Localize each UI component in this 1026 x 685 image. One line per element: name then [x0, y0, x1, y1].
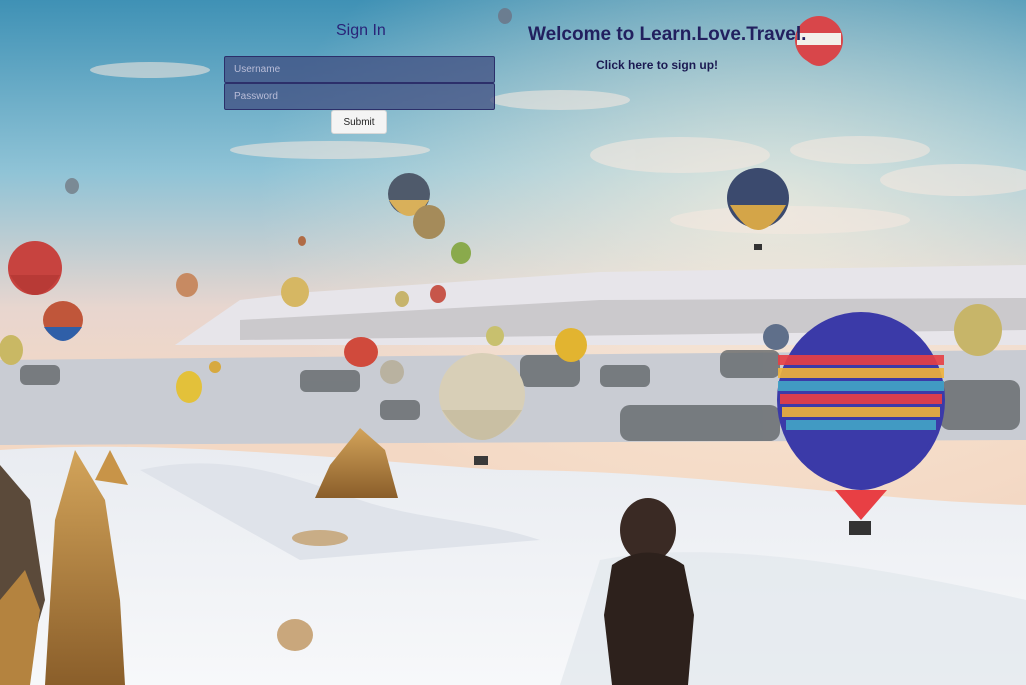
password-input[interactable] [224, 83, 495, 110]
submit-button[interactable]: Submit [331, 110, 387, 134]
signin-title: Sign In [336, 22, 386, 39]
signup-link[interactable]: Click here to sign up! [596, 58, 718, 72]
background-photo [0, 0, 1026, 685]
welcome-heading: Welcome to Learn.Love.Travel. [528, 24, 807, 45]
username-input[interactable] [224, 56, 495, 83]
